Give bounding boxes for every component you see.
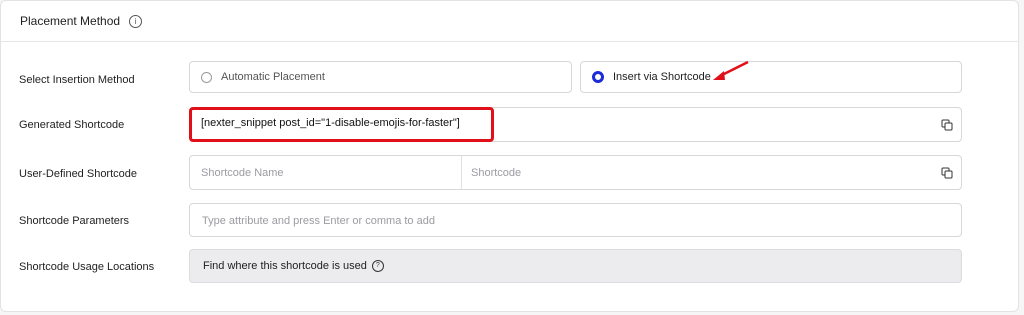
- shortcode-input[interactable]: Shortcode: [471, 167, 521, 179]
- user-defined-shortcode-group: Shortcode Name Shortcode: [189, 155, 962, 190]
- option-automatic-label: Automatic Placement: [221, 71, 325, 83]
- shortcode-name-input[interactable]: Shortcode Name: [201, 167, 284, 179]
- copy-icon[interactable]: [941, 119, 953, 131]
- shortcode-parameters-input[interactable]: Type attribute and press Enter or comma …: [189, 203, 962, 237]
- insertion-method-label: Select Insertion Method: [19, 74, 135, 86]
- section-title: Placement Method: [20, 14, 121, 28]
- radio-unselected-icon: [201, 71, 212, 83]
- copy-icon[interactable]: [941, 167, 953, 179]
- find-usage-button[interactable]: Find where this shortcode is used ?: [189, 249, 962, 283]
- usage-locations-label: Shortcode Usage Locations: [19, 261, 155, 273]
- generated-shortcode-label: Generated Shortcode: [19, 119, 125, 131]
- highlight-box: [189, 107, 494, 142]
- shortcode-parameters-label: Shortcode Parameters: [19, 215, 130, 227]
- card-header: Placement Method i: [1, 1, 1018, 42]
- radio-insert-via-shortcode[interactable]: Insert via Shortcode: [580, 61, 962, 93]
- info-icon[interactable]: i: [129, 14, 143, 28]
- find-usage-label: Find where this shortcode is used: [203, 260, 367, 272]
- red-arrow-icon: [713, 60, 749, 80]
- help-icon[interactable]: ?: [371, 260, 384, 272]
- radio-selected-icon: [592, 71, 604, 83]
- parameters-placeholder: Type attribute and press Enter or comma …: [202, 215, 435, 227]
- radio-automatic-placement[interactable]: Automatic Placement: [189, 61, 572, 93]
- user-defined-shortcode-label: User-Defined Shortcode: [19, 168, 138, 180]
- option-shortcode-label: Insert via Shortcode: [613, 71, 711, 83]
